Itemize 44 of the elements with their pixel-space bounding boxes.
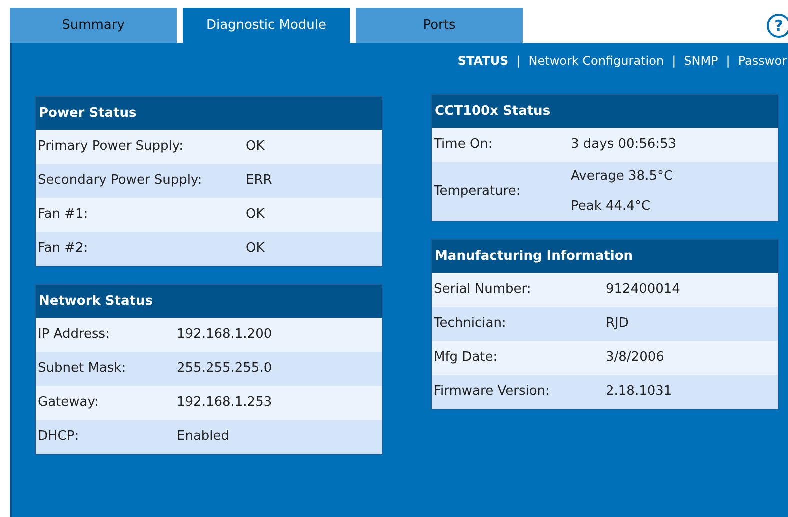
panel-header: Manufacturing Information <box>432 240 778 273</box>
separator: | <box>726 53 730 70</box>
field-label: Mfg Date: <box>434 349 499 368</box>
field-value: 192.168.1.253 <box>177 394 272 412</box>
panel-header: Network Status <box>36 285 382 318</box>
field-label: Subnet Mask: <box>38 360 128 378</box>
field-label: Technician: <box>434 315 508 334</box>
tab[interactable]: Diagnostic Module <box>183 8 350 43</box>
field-value: 255.255.255.0 <box>177 360 272 378</box>
field-label: Secondary Power Supply: <box>38 172 204 190</box>
field-label: IP Address: <box>38 326 111 344</box>
field-value: Average 38.5°C <box>571 168 674 186</box>
field-value: 3/8/2006 <box>606 349 664 368</box>
field-value: RJD <box>606 315 629 334</box>
field-label: Fan #1: <box>38 206 90 224</box>
panel-header: Power Status <box>36 97 382 130</box>
field-value: 912400014 <box>606 281 680 300</box>
field-value: OK <box>246 138 265 156</box>
field-label: Fan #2: <box>38 240 90 258</box>
field-value: ERR <box>246 172 272 190</box>
field-label: Gateway: <box>38 394 100 412</box>
field-label: Firmware Version: <box>434 383 551 402</box>
subnav-link[interactable]: STATUS <box>458 52 509 70</box>
field-label: Time On: <box>434 136 494 154</box>
subnav-link[interactable]: Network Configuration <box>528 52 664 70</box>
field-value: 2.18.1031 <box>606 383 672 402</box>
subnav-link[interactable]: Passwor <box>738 52 787 70</box>
help-button[interactable]: ? <box>767 14 788 38</box>
subnav-link[interactable]: SNMP <box>684 52 718 70</box>
field-value: Enabled <box>177 428 230 446</box>
field-label: Primary Power Supply: <box>38 138 185 156</box>
field-label: DHCP: <box>38 428 80 446</box>
field-value: 192.168.1.200 <box>177 326 272 344</box>
field-label: Serial Number: <box>434 281 532 300</box>
field-value: OK <box>246 240 265 258</box>
separator: | <box>516 53 521 70</box>
field-value: Peak 44.4°C <box>571 198 652 216</box>
field-value: OK <box>246 206 265 224</box>
field-value: 3 days 00:56:53 <box>571 136 677 154</box>
tab[interactable]: Summary <box>10 8 177 43</box>
separator: | <box>672 53 676 70</box>
field-label: Temperature: <box>434 182 522 201</box>
tab[interactable]: Ports <box>356 8 523 43</box>
panel-header: CCT100x Status <box>432 95 778 128</box>
